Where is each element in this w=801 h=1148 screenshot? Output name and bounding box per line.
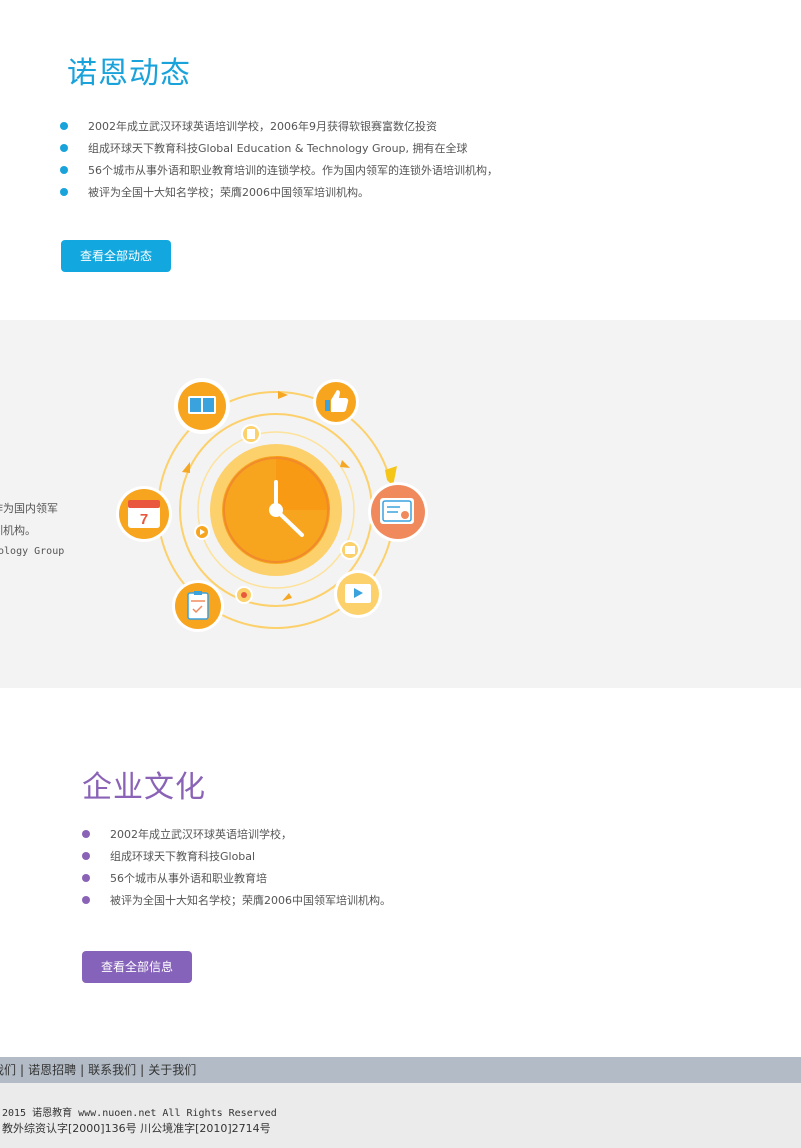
bullet-dot <box>60 188 68 196</box>
separator: | <box>140 1063 145 1077</box>
footer-nav: 我们|诺恩招聘|联系我们|关于我们 <box>0 1057 801 1083</box>
bullet-dot <box>60 144 68 152</box>
news-section: 诺恩动态 2002年成立武汉环球英语培训学校，2006年9月获得软银赛富数亿投资… <box>0 0 801 320</box>
culture-section: 企业文化 2002年成立武汉环球英语培训学校， 组成环球天下教育科技Global… <box>0 688 801 1057</box>
list-item: 2002年成立武汉环球英语培训学校， <box>82 824 391 846</box>
list-item: 56个城市从事外语和职业教育培 <box>82 868 391 890</box>
orbit-illustration: 7 <box>116 378 428 632</box>
bullet-dot <box>60 166 68 174</box>
list-item-text: 被评为全国十大知名学校；荣膺2006中国领军培训机构。 <box>88 186 369 199</box>
license-text: 教外综资认字[2000]136号 川公境准字[2010]2714号 <box>2 1122 271 1135</box>
footer-links: 我们|诺恩招聘|联系我们|关于我们 <box>0 1057 196 1083</box>
list-item-text: 56个城市从事外语和职业教育培 <box>110 872 267 885</box>
view-all-info-button[interactable]: 查看全部信息 <box>82 951 192 983</box>
list-item: 组成环球天下教育科技Global <box>82 846 391 868</box>
list-item: 组成环球天下教育科技Global Education & Technology … <box>60 138 498 160</box>
book-icon <box>174 378 230 434</box>
separator: | <box>20 1063 25 1077</box>
thumbs-up-icon <box>313 379 359 425</box>
calendar-icon: 7 <box>116 486 172 542</box>
culture-title: 企业文化 <box>82 770 206 805</box>
news-title: 诺恩动态 <box>67 56 191 91</box>
list-item-text: 被评为全国十大知名学校；荣膺2006中国领军培训机构。 <box>110 894 391 907</box>
culture-list: 2002年成立武汉环球英语培训学校， 组成环球天下教育科技Global 56个城… <box>82 824 391 912</box>
bullet-dot <box>82 852 90 860</box>
small-heart-icon <box>235 586 253 604</box>
small-book-icon <box>340 540 360 560</box>
list-item: 被评为全国十大知名学校；荣膺2006中国领军培训机构。 <box>82 890 391 912</box>
arrow-marker <box>340 460 350 468</box>
footer-info: 2015 诺恩教育 www.nuoen.net All Rights Reser… <box>0 1083 801 1148</box>
video-play-icon <box>334 570 382 618</box>
clock-icon <box>210 444 342 576</box>
list-item-text: 组成环球天下教育科技Global Education & Technology … <box>88 142 468 155</box>
bullet-dot <box>82 896 90 904</box>
list-item-text: 2002年成立武汉环球英语培训学校， <box>110 828 292 841</box>
small-play-icon <box>194 524 210 540</box>
arrow-marker <box>282 593 292 601</box>
footer-link-about-partial[interactable]: 我们 <box>0 1057 16 1083</box>
footer-link-contact[interactable]: 联系我们 <box>88 1057 136 1083</box>
list-item: 被评为全国十大知名学校；荣膺2006中国领军培训机构。 <box>60 182 498 204</box>
bullet-dot <box>82 874 90 882</box>
feature-section: 作为国内领军 训机构。 nology Group <box>0 320 801 688</box>
separator: | <box>80 1063 85 1077</box>
list-item: 2002年成立武汉环球英语培训学校，2006年9月获得软银赛富数亿投资 <box>60 116 498 138</box>
copyright-text: 2015 诺恩教育 www.nuoen.net All Rights Reser… <box>2 1108 277 1119</box>
arrow-marker <box>182 462 190 473</box>
list-item-text: 56个城市从事外语和职业教育培训的连锁学校。作为国内领军的连锁外语培训机构， <box>88 164 498 177</box>
small-doc-icon <box>241 424 261 444</box>
certificate-icon <box>368 482 428 542</box>
calendar-day: 7 <box>140 511 148 528</box>
list-item-text: 2002年成立武汉环球英语培训学校，2006年9月获得软银赛富数亿投资 <box>88 120 437 133</box>
bullet-dot <box>60 122 68 130</box>
bullet-dot <box>82 830 90 838</box>
footer-link-jobs[interactable]: 诺恩招聘 <box>28 1057 76 1083</box>
list-item-text: 组成环球天下教育科技Global <box>110 850 256 863</box>
footer-link-about[interactable]: 关于我们 <box>148 1057 196 1083</box>
news-list: 2002年成立武汉环球英语培训学校，2006年9月获得软银赛富数亿投资 组成环球… <box>60 116 498 204</box>
list-item: 56个城市从事外语和职业教育培训的连锁学校。作为国内领军的连锁外语培训机构， <box>60 160 498 182</box>
clipboard-icon <box>172 580 224 632</box>
view-all-news-button[interactable]: 查看全部动态 <box>61 240 171 272</box>
